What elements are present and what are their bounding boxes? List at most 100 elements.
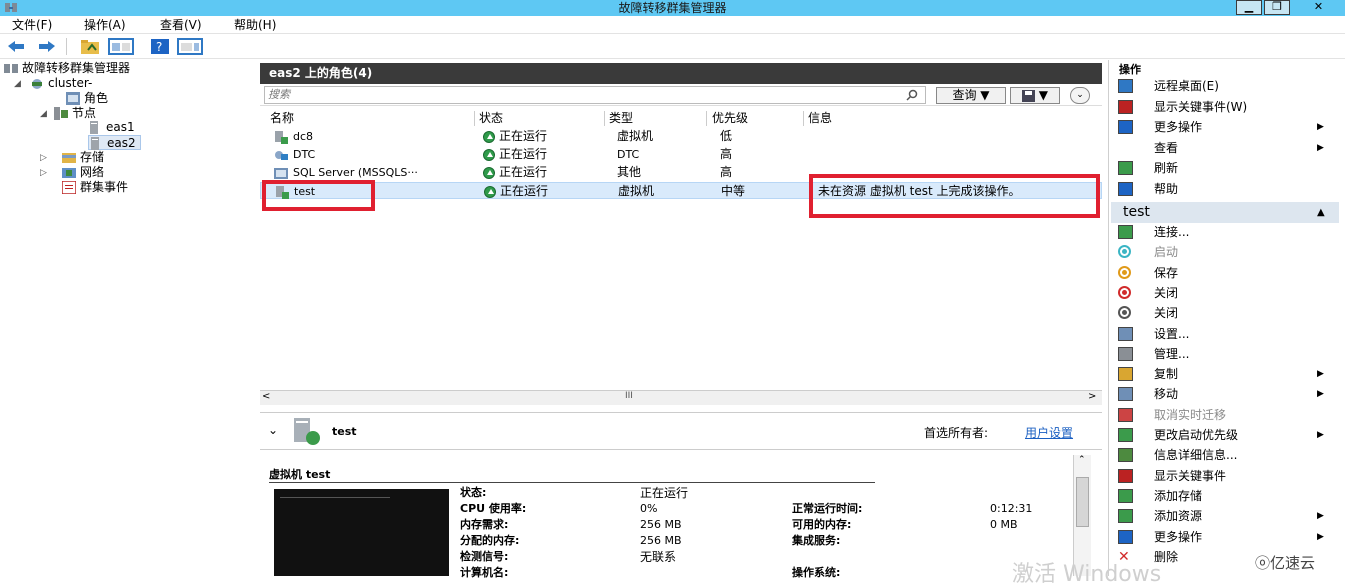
icon-dot [1122, 269, 1127, 275]
events-icon [1118, 468, 1133, 483]
tree-root[interactable]: 故障转移群集管理器 [4, 61, 130, 76]
server-icon [91, 137, 99, 150]
action-item[interactable]: 关闭 [1109, 303, 1345, 323]
cancel-migration-icon [1118, 407, 1133, 422]
action-item[interactable]: 设置... [1109, 324, 1345, 344]
search-input[interactable]: 搜索 [264, 86, 926, 104]
preferred-owner-label: 首选所有者: [924, 426, 989, 440]
column-info[interactable]: 信息 [808, 111, 832, 126]
detail-label: 可用的内存: [792, 518, 852, 531]
horizontal-scrollbar[interactable]: < III > [260, 390, 1102, 405]
menu-action[interactable]: 操作(A) [84, 17, 126, 33]
action-label: 查看 [1154, 140, 1179, 155]
close-button[interactable]: ✕ [1292, 0, 1345, 15]
action-item[interactable]: 显示关键事件 [1109, 466, 1345, 486]
expand-arrow-icon[interactable]: ◢ [40, 109, 47, 119]
action-item[interactable]: 查看 ▶ [1109, 138, 1345, 158]
tree-roles[interactable]: 角色 [66, 91, 108, 106]
menu-help[interactable]: 帮助(H) [234, 17, 276, 33]
action-item[interactable]: 远程桌面(E) [1109, 76, 1345, 96]
toolbar: ? [0, 34, 1345, 59]
column-type[interactable]: 类型 [609, 111, 633, 126]
collapse-arrow-icon[interactable]: ▷ [40, 168, 47, 178]
detail-value: 0 MB [990, 518, 1018, 531]
maximize-button[interactable]: ❐ [1264, 0, 1290, 15]
action-item[interactable]: 启动 [1109, 242, 1345, 262]
action-item[interactable]: 帮助 [1109, 179, 1345, 199]
tree-node-eas1[interactable]: eas1 [88, 120, 135, 135]
action-item[interactable]: 更多操作 ▶ [1109, 117, 1345, 137]
running-status-icon [484, 186, 496, 198]
scroll-thumb[interactable] [1076, 477, 1089, 527]
tree-network[interactable]: 网络 [62, 165, 104, 180]
tree-network-label: 网络 [80, 165, 105, 179]
back-arrow-icon[interactable] [6, 38, 26, 55]
action-item[interactable]: 添加资源 ▶ [1109, 506, 1345, 526]
detail-value: 256 MB [640, 518, 682, 531]
action-label: 移动 [1154, 387, 1179, 402]
storage-icon [62, 153, 76, 163]
action-label: 远程桌面(E) [1154, 79, 1219, 93]
detail-label: 状态: [460, 486, 487, 499]
up-folder-icon[interactable] [80, 38, 100, 55]
actions-pane: 操作 test ▲ 远程桌面(E) 显示关键事件(W) 更多操作 ▶ 查看 ▶ 刷新 帮助 连接.… [1108, 60, 1345, 576]
row-priority: 高 [720, 147, 733, 161]
help-icon[interactable]: ? [150, 38, 170, 55]
query-button[interactable]: 查询 ▼ [936, 87, 1006, 104]
table-row[interactable]: DTC 正在运行 DTC 高 [260, 146, 1102, 163]
brand-watermark: ⓞ亿速云 [1255, 552, 1315, 573]
test-actions-title: test [1123, 204, 1150, 220]
table-row[interactable]: dc8 正在运行 虚拟机 低 [260, 128, 1102, 145]
action-item[interactable]: 取消实时迁移 [1109, 405, 1345, 425]
generic-role-icon [274, 167, 288, 179]
action-item[interactable]: 信息详细信息... [1109, 445, 1345, 465]
expand-arrow-icon[interactable]: ◢ [14, 79, 21, 89]
collapse-detail-icon[interactable]: ⌄ [268, 423, 278, 437]
save-query-button[interactable]: ▼ [1010, 87, 1060, 104]
detail-body: 虚拟机 test 状态: CPU 使用率: 内存需求: 分配的内存: 检测信号:… [260, 452, 1102, 579]
show-hide-tree-icon[interactable] [108, 38, 134, 55]
tree-node-eas2[interactable]: eas2 [88, 135, 141, 150]
manage-icon [1118, 346, 1133, 361]
action-item[interactable]: 更改启动优先级 ▶ [1109, 425, 1345, 445]
show-hide-action-pane-icon[interactable] [177, 38, 203, 55]
column-name[interactable]: 名称 [270, 111, 294, 126]
collapse-arrow-icon[interactable]: ▷ [40, 153, 47, 163]
scroll-left-icon[interactable]: < [262, 391, 270, 402]
vm-thumbnail[interactable] [274, 489, 449, 576]
expand-search-button[interactable]: ⌄ [1070, 87, 1090, 104]
menu-view[interactable]: 查看(V) [160, 17, 202, 33]
tree-cluster[interactable]: cluster- [30, 76, 92, 91]
action-label: 保存 [1154, 265, 1179, 280]
column-divider [706, 111, 707, 126]
events-icon [62, 181, 76, 194]
menu-file[interactable]: 文件(F) [12, 17, 52, 33]
action-item[interactable]: 连接... [1109, 222, 1345, 242]
action-item[interactable]: 复制 ▶ [1109, 364, 1345, 384]
row-name: SQL Server (MSSQLS··· [293, 166, 418, 179]
tree-nodes-label: 节点 [72, 106, 97, 120]
detail-value: 正在运行 [640, 486, 689, 500]
action-label: 帮助 [1154, 181, 1179, 196]
scroll-right-icon[interactable]: > [1088, 391, 1096, 402]
action-item[interactable]: 关闭 [1109, 283, 1345, 303]
tree-storage[interactable]: 存储 [62, 150, 104, 165]
collapse-icon[interactable]: ▲ [1317, 202, 1325, 223]
tree-events[interactable]: 群集事件 [62, 180, 128, 195]
action-item[interactable]: 移动 ▶ [1109, 384, 1345, 404]
preferred-owner-link[interactable]: 用户设置 [1025, 424, 1073, 441]
test-actions-header[interactable]: test ▲ [1111, 202, 1339, 223]
search-icon[interactable] [906, 89, 918, 101]
tree-nodes[interactable]: 节点 [54, 106, 96, 121]
column-priority[interactable]: 优先级 [712, 111, 748, 126]
scroll-up-icon[interactable]: ⌃ [1078, 455, 1086, 465]
action-item[interactable]: 管理... [1109, 344, 1345, 364]
action-item[interactable]: 显示关键事件(W) [1109, 97, 1345, 117]
forward-arrow-icon[interactable] [37, 38, 57, 55]
column-status[interactable]: 状态 [479, 111, 503, 126]
action-item[interactable]: 添加存储 [1109, 486, 1345, 506]
action-item[interactable]: 刷新 [1109, 158, 1345, 178]
action-item[interactable]: 保存 [1109, 263, 1345, 283]
action-item[interactable]: 更多操作 ▶ [1109, 527, 1345, 547]
minimize-button[interactable]: ▁ [1236, 0, 1262, 15]
